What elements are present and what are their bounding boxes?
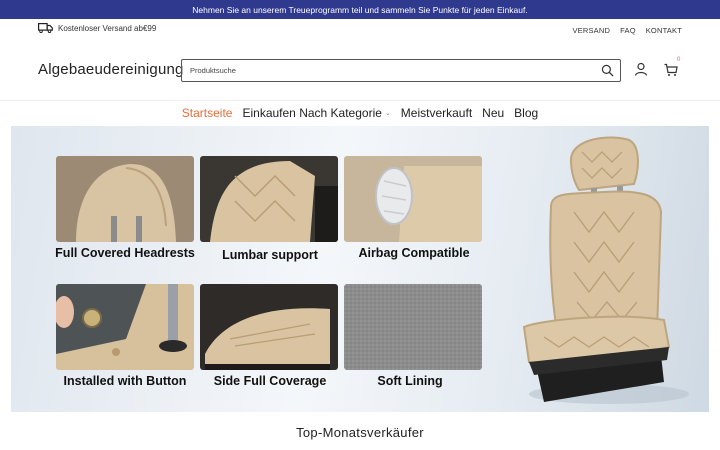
- feature-image-side-coverage: [200, 284, 338, 370]
- link-kontakt[interactable]: KONTAKT: [646, 26, 682, 35]
- site-logo[interactable]: Algebaeudereinigung: [38, 61, 184, 78]
- nav-item-label: Meistverkauft: [400, 106, 473, 120]
- link-versand[interactable]: VERSAND: [572, 26, 610, 35]
- link-faq[interactable]: FAQ: [620, 26, 636, 35]
- nav-item-label: Einkaufen Nach Kategorie: [242, 106, 382, 120]
- car-seat-image: [522, 136, 689, 404]
- announcement-text: Nehmen Sie an unserem Treueprogramm teil…: [192, 4, 528, 15]
- cart-button[interactable]: 0: [664, 57, 684, 79]
- hero-banner[interactable]: Full Covered Headrests Lumbar support Ai…: [11, 126, 709, 412]
- nav-item-label: Blog: [514, 106, 539, 120]
- truck-icon: [38, 23, 53, 33]
- feature-image-headrest: [56, 156, 194, 242]
- shipping-text: Kostenloser Versand ab€99: [58, 23, 157, 33]
- top-bar: Kostenloser Versand ab€99 VERSAND FAQ KO…: [0, 19, 720, 43]
- feature-image-soft-lining: [344, 284, 482, 370]
- nav-item-meistverkauft[interactable]: Meistverkauft: [401, 106, 472, 120]
- nav-item-label: Startseite: [181, 106, 233, 120]
- main-nav: Startseite Einkaufen Nach Kategorie ⌄ Mei…: [0, 100, 720, 125]
- site-header: Algebaeudereinigung 0: [0, 43, 720, 100]
- search-input[interactable]: [190, 66, 590, 75]
- feature-caption: Soft Lining: [377, 374, 443, 388]
- nav-item-blog[interactable]: Blog: [514, 106, 538, 120]
- nav-item-neu[interactable]: Neu: [482, 106, 504, 120]
- feature-image-airbag: [344, 156, 482, 242]
- nav-item-startseite[interactable]: Startseite: [182, 106, 233, 120]
- search-icon[interactable]: [601, 64, 614, 77]
- cart-icon: [664, 63, 678, 76]
- chevron-down-icon: ⌄: [384, 110, 391, 117]
- shipping-info: Kostenloser Versand ab€99: [38, 23, 156, 33]
- feature-image-button: [56, 284, 194, 370]
- top-links: VERSAND FAQ KONTAKT: [572, 26, 682, 35]
- cart-count-badge: 0: [677, 57, 681, 63]
- feature-caption: Airbag Compatible: [358, 246, 470, 260]
- search-bar: [181, 59, 621, 82]
- feature-image-lumbar: [200, 156, 338, 242]
- user-icon[interactable]: [634, 62, 648, 76]
- nav-item-label: Neu: [482, 106, 505, 120]
- nav-item-kategorie[interactable]: Einkaufen Nach Kategorie ⌄: [242, 106, 390, 120]
- announcement-bar: Nehmen Sie an unserem Treueprogramm teil…: [0, 0, 720, 19]
- section-title: Top-Monatsverkäufer: [296, 425, 424, 440]
